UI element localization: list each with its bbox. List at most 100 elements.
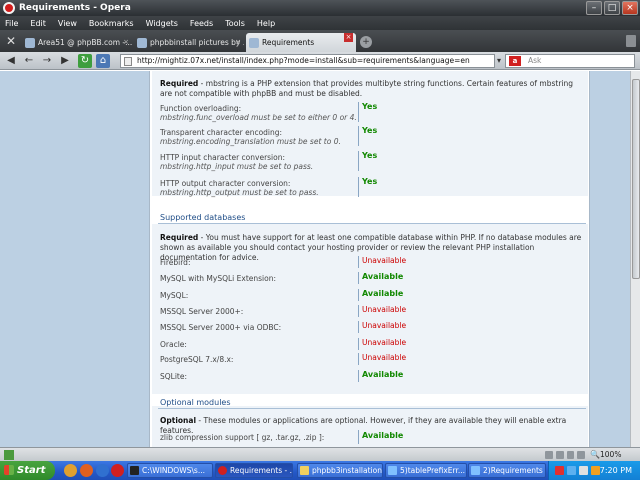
speed-dial-icon[interactable]	[545, 451, 553, 459]
http-output-label: HTTP output character conversion:	[160, 179, 291, 188]
task-folder[interactable]: phpbb3installation	[297, 463, 383, 478]
db-oracle-status: Unavailable	[362, 338, 407, 347]
tab-area51[interactable]: Area51 @ phpBB.com -... ×	[22, 33, 132, 52]
task-label: Requirements - ...	[230, 466, 293, 475]
taskbar: Start C:\WINDOWS\s... Requirements - ...…	[0, 461, 640, 480]
title-bar: Requirements - Opera – □ ×	[0, 0, 640, 16]
status-bar: 🔍 100%	[0, 447, 640, 461]
turbo-icon[interactable]	[566, 451, 575, 459]
divider	[358, 256, 359, 268]
menu-bookmarks[interactable]: Bookmarks	[89, 19, 134, 28]
divider	[358, 305, 359, 317]
db-postgresql-label: PostgreSQL 7.x/8.x:	[160, 355, 234, 364]
reload-icon[interactable]: ↻	[78, 54, 92, 68]
window-controls: – □ ×	[586, 1, 638, 15]
tab-label: Requirements	[262, 38, 315, 47]
antivirus-icon[interactable]	[555, 466, 564, 475]
minimize-button[interactable]: –	[586, 1, 602, 15]
mbstring-desc-text: - mbstring is a PHP extension that provi…	[160, 79, 573, 98]
func-overload-sub: mbstring.func_overload must be set to ei…	[160, 113, 357, 122]
view-icon[interactable]	[577, 451, 585, 459]
favicon-icon	[249, 38, 259, 48]
start-label: Start	[17, 465, 46, 476]
search-input[interactable]: a Ask	[505, 54, 635, 68]
unite-icon[interactable]	[555, 451, 564, 459]
volume-icon[interactable]	[579, 466, 588, 475]
menu-tools[interactable]: Tools	[225, 19, 245, 28]
divider	[358, 353, 359, 365]
optional-label: Optional	[160, 416, 197, 425]
tab-close-icon[interactable]: ×	[235, 38, 241, 46]
task-label: phpbb3installation	[312, 466, 382, 475]
chevron-down-icon[interactable]: ▾	[497, 56, 501, 65]
tab-label: phpbbinstall pictures by ...	[150, 38, 244, 47]
divider	[358, 126, 359, 146]
zoom-level[interactable]: 100%	[600, 450, 621, 459]
opera-icon[interactable]	[111, 464, 124, 477]
db-firebird-label: Firebird:	[160, 258, 191, 267]
task-tableprefix[interactable]: 5)tablePrefixErr...	[385, 463, 467, 478]
func-overload-label: Function overloading:	[160, 104, 242, 113]
db-mssql-odbc-status: Unavailable	[362, 321, 407, 330]
panel-toggle-icon[interactable]	[4, 450, 14, 460]
tab-close-icon[interactable]: ×	[123, 38, 129, 46]
divider	[358, 289, 359, 301]
encoding-translation-status: Yes	[362, 126, 378, 135]
scroll-thumb[interactable]	[632, 79, 640, 279]
divider	[358, 370, 359, 382]
close-button[interactable]: ×	[622, 1, 638, 15]
databases-title: Supported databases	[160, 213, 246, 222]
favicon-icon	[25, 38, 35, 48]
task-opera[interactable]: Requirements - ...	[215, 463, 293, 478]
func-overload-status: Yes	[362, 102, 378, 111]
tab-phpbbinstall[interactable]: phpbbinstall pictures by ... ×	[134, 33, 244, 52]
tab-close-icon[interactable]: ×	[344, 33, 353, 42]
db-firebird-status: Unavailable	[362, 256, 407, 265]
menu-widgets[interactable]: Widgets	[146, 19, 178, 28]
db-postgresql-status: Unavailable	[362, 353, 407, 362]
http-output-sub: mbstring.http_output must be set to pass…	[160, 188, 319, 197]
menu-file[interactable]: File	[5, 19, 18, 28]
ask-engine-icon[interactable]: a	[509, 56, 521, 66]
chrome-icon[interactable]	[64, 464, 77, 477]
opera-logo-icon[interactable]	[3, 2, 15, 14]
task-requirements-image[interactable]: 2)Requirements ...	[468, 463, 546, 478]
task-label: C:\WINDOWS\s...	[142, 466, 205, 475]
menu-help[interactable]: Help	[257, 19, 275, 28]
menu-feeds[interactable]: Feeds	[190, 19, 213, 28]
wrench-icon[interactable]: ✕	[3, 33, 19, 49]
menu-view[interactable]: View	[58, 19, 77, 28]
ie-icon[interactable]	[96, 464, 109, 477]
zoom-icon[interactable]: 🔍	[590, 450, 600, 459]
maximize-button[interactable]: □	[604, 1, 620, 15]
required-label: Required	[160, 233, 199, 242]
new-tab-icon[interactable]: +	[360, 36, 372, 48]
home-icon[interactable]: ⌂	[96, 54, 110, 68]
clock[interactable]: 7:20 PM	[600, 461, 632, 480]
menu-edit[interactable]: Edit	[30, 19, 46, 28]
start-button[interactable]: Start	[0, 461, 55, 480]
db-oracle-label: Oracle:	[160, 340, 187, 349]
forward-icon[interactable]: →	[40, 54, 54, 68]
task-cmd[interactable]: C:\WINDOWS\s...	[127, 463, 213, 478]
firefox-icon[interactable]	[80, 464, 93, 477]
section-divider	[158, 223, 586, 224]
back-icon[interactable]: ←	[22, 54, 36, 68]
address-input[interactable]: http://mightiz.07x.net/install/index.php…	[120, 54, 495, 68]
encoding-translation-label: Transparent character encoding:	[160, 128, 283, 137]
address-toolbar: ◀ ← → ▶ ↻ ⌂ http://mightiz.07x.net/insta…	[0, 52, 640, 70]
vertical-scrollbar[interactable]	[630, 71, 640, 447]
tab-bar: ✕ Area51 @ phpBB.com -... × phpbbinstall…	[0, 30, 640, 52]
back-end-icon[interactable]: ◀	[4, 54, 18, 68]
network-icon[interactable]	[567, 466, 576, 475]
tab-requirements[interactable]: Requirements ×	[246, 33, 356, 52]
cmd-icon	[130, 466, 139, 475]
http-output-status: Yes	[362, 177, 378, 186]
db-sqlite-label: SQLite:	[160, 372, 188, 381]
trash-icon[interactable]	[626, 35, 636, 47]
update-icon[interactable]	[591, 466, 600, 475]
system-tray: 7:20 PM	[548, 461, 640, 480]
fast-forward-icon[interactable]: ▶	[58, 54, 72, 68]
section-divider	[158, 408, 586, 409]
http-input-sub: mbstring.http_input must be set to pass.	[160, 162, 314, 171]
